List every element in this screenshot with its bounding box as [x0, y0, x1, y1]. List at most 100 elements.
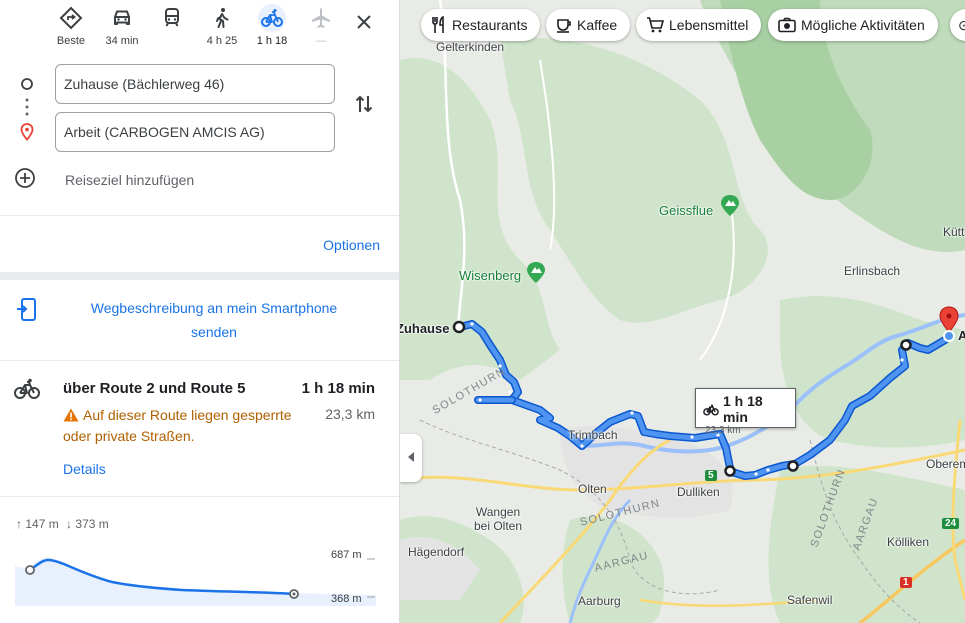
route-warning: Auf dieser Route liegen gesperrte oder p…: [63, 405, 303, 447]
route-diamond-icon: [57, 4, 85, 32]
place-label: Olten: [578, 482, 607, 496]
mode-walk-label: 4 h 25: [206, 35, 238, 47]
divider: [0, 360, 399, 361]
place-label: Kölliken: [887, 535, 930, 549]
origin-marker[interactable]: [452, 320, 466, 334]
mode-best-button[interactable]: Beste: [46, 4, 96, 52]
route-info-callout[interactable]: 1 h 18 min 23,3 km: [695, 388, 796, 436]
route-callout-distance: 23,3 km: [705, 425, 741, 436]
descent-arrow-icon: ↓: [66, 517, 73, 531]
map-canvas[interactable]: Gelterkinden Geissflue Wisenberg Erlinsb…: [400, 0, 965, 623]
origin-map-label: Zuhause: [400, 321, 450, 336]
divider: [0, 215, 399, 216]
start-marker: [25, 565, 35, 575]
details-link[interactable]: Details: [63, 461, 106, 477]
send-to-phone-label: Wegbeschreibung an mein Smartphone sende…: [90, 300, 338, 340]
directions-panel: Beste 34 min 4 h 25 1 h 18 — Zuhause (Bä…: [0, 0, 400, 623]
swap-waypoints-button[interactable]: [352, 94, 376, 118]
mode-transit-button[interactable]: [147, 4, 197, 52]
chip-groceries[interactable]: Lebensmittel: [636, 9, 762, 41]
elevation-descent: 373 m: [75, 517, 109, 531]
route-warning-text: Auf dieser Route liegen gesperrte oder p…: [63, 407, 292, 444]
add-destination-label: Reiseziel hinzufügen: [65, 172, 195, 188]
min-elevation-label: 368 m: [331, 593, 362, 605]
place-label: Safenwil: [787, 593, 833, 607]
origin-circle-icon: [20, 77, 34, 96]
route-dots-icon: [24, 97, 30, 124]
elevation-ascent: 147 m: [25, 517, 59, 531]
place-label: Kütt: [943, 225, 965, 239]
place-label: Wangen bei Olten: [473, 505, 523, 533]
maps-app: Beste 34 min 4 h 25 1 h 18 — Zuhause (Bä…: [0, 0, 965, 623]
phone-send-icon: [16, 298, 38, 327]
swap-arrows-icon: [355, 94, 373, 119]
route-duration: 1 h 18 min: [301, 380, 375, 397]
chip-label: Restaurants: [452, 17, 528, 33]
waypoint-marker[interactable]: [787, 460, 799, 472]
chip-restaurants[interactable]: Restaurants: [421, 9, 541, 41]
fork-knife-icon: [431, 16, 447, 34]
origin-input[interactable]: [55, 64, 335, 104]
route-title: über Route 2 und Route 5: [63, 380, 246, 397]
train-icon: [158, 4, 186, 32]
destination-pin-icon: [20, 123, 34, 146]
place-label: Erlinsbach: [844, 264, 901, 278]
divider: [0, 496, 399, 497]
road-shield: 1: [900, 577, 912, 588]
bicycle-icon: [703, 403, 719, 416]
place-label: Wisenberg: [459, 268, 522, 283]
place-label: Oberem: [926, 457, 965, 471]
coffee-cup-icon: [556, 17, 572, 33]
add-destination-button[interactable]: Reiseziel hinzufügen: [14, 167, 314, 194]
road-shield: 5: [705, 470, 717, 481]
place-label: Hägendorf: [408, 545, 465, 559]
destination-input[interactable]: [55, 112, 335, 152]
mode-flight-button[interactable]: —: [296, 4, 346, 52]
camera-icon: [778, 17, 796, 33]
chip-label: Lebensmittel: [669, 17, 749, 33]
mode-bike-label: 1 h 18: [256, 35, 288, 47]
add-circle-icon: [14, 167, 36, 194]
shopping-cart-icon: [646, 17, 664, 33]
caret-left-icon: [407, 449, 415, 467]
mode-flight-label: —: [315, 35, 327, 47]
airplane-icon: [307, 4, 335, 32]
mode-walk-button[interactable]: 4 h 25: [197, 4, 247, 52]
waypoint-marker[interactable]: [900, 339, 912, 351]
place-label: Aarburg: [578, 594, 621, 608]
place-label: Geissflue: [659, 203, 714, 218]
destination-map-label: A: [958, 328, 965, 343]
chip-coffee[interactable]: Kaffee: [546, 9, 631, 41]
close-icon: [356, 14, 372, 35]
chip-activities[interactable]: Mögliche Aktivitäten: [768, 9, 938, 41]
chip-label: Kaffee: [577, 17, 618, 33]
close-directions-button[interactable]: [350, 10, 378, 38]
route-callout-time: 1 h 18 min: [723, 393, 763, 425]
road-shield: 24: [942, 518, 960, 529]
route-option-card[interactable]: über Route 2 und Route 5 1 h 18 min Auf …: [0, 362, 399, 496]
bicycle-icon: [14, 378, 40, 405]
mode-car-label: 34 min: [105, 35, 139, 47]
elevation-profile-chart: 687 m 368 m: [15, 549, 376, 606]
send-to-phone-button[interactable]: Wegbeschreibung an mein Smartphone sende…: [0, 282, 399, 360]
elevation-summary: ↑ 147 m ↓ 373 m: [16, 517, 109, 531]
ascent-arrow-icon: ↑: [16, 517, 22, 531]
mode-car-button[interactable]: 34 min: [97, 4, 147, 52]
bicycle-icon: [258, 4, 286, 32]
elevation-area: [15, 557, 376, 606]
mode-bike-button[interactable]: 1 h 18: [247, 4, 297, 52]
route-distance: 23,3 km: [325, 406, 375, 422]
max-elevation-label: 687 m: [331, 549, 362, 561]
walking-icon: [208, 4, 236, 32]
chip-more-icon: ⊙: [958, 16, 965, 33]
collapse-panel-button[interactable]: [400, 434, 422, 482]
options-link[interactable]: Optionen: [323, 237, 380, 253]
mode-best-label: Beste: [56, 35, 86, 47]
place-label: Trimbach: [568, 428, 618, 442]
travel-mode-bar: Beste 34 min 4 h 25 1 h 18 —: [0, 0, 399, 56]
section-separator: [0, 272, 399, 280]
place-label: Dulliken: [677, 485, 720, 499]
waypoint-marker[interactable]: [724, 465, 736, 477]
car-icon: [108, 4, 136, 32]
chip-label: Mögliche Aktivitäten: [801, 17, 925, 33]
